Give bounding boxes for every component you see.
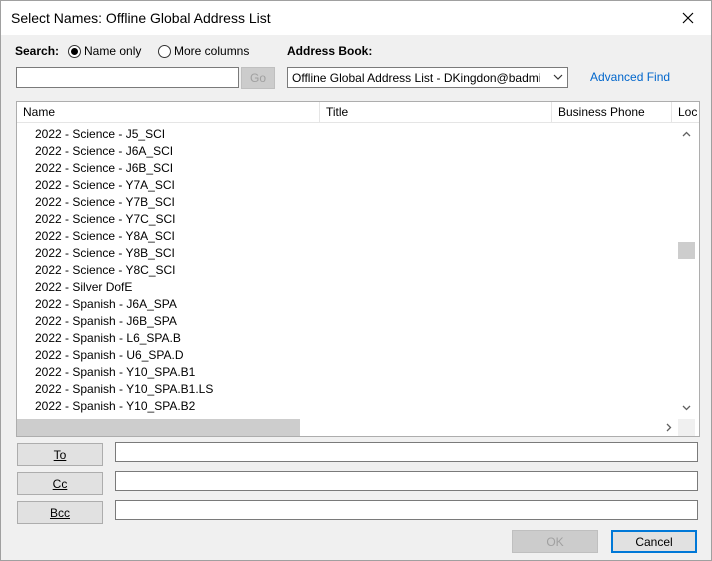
- more-columns-radio[interactable]: [158, 45, 171, 58]
- column-header-name[interactable]: Name: [17, 102, 320, 122]
- horizontal-scrollbar[interactable]: [17, 419, 677, 436]
- list-item[interactable]: 2022 - Science - Y8A_SCI: [35, 228, 175, 245]
- list-item[interactable]: 2022 - Science - Y8C_SCI: [35, 262, 176, 279]
- vertical-scroll-thumb[interactable]: [678, 242, 695, 259]
- column-header-title[interactable]: Title: [320, 102, 552, 122]
- list-item[interactable]: 2022 - Silver DofE: [35, 279, 132, 296]
- list-body: 2022 - Science - J5_SCI 2022 - Science -…: [17, 126, 677, 420]
- select-names-dialog: Select Names: Offline Global Address Lis…: [0, 0, 712, 561]
- cc-button-label: Cc: [52, 476, 68, 491]
- to-button[interactable]: To: [17, 443, 103, 466]
- search-label: Search:: [15, 44, 60, 58]
- name-only-radio[interactable]: [68, 45, 81, 58]
- ok-button[interactable]: OK: [512, 530, 598, 553]
- chevron-right-icon: [666, 423, 672, 432]
- close-icon: [682, 12, 694, 24]
- bcc-button-label: Bcc: [49, 505, 70, 520]
- list-item[interactable]: 2022 - Spanish - L6_SPA.B: [35, 330, 181, 347]
- window-title: Select Names: Offline Global Address Lis…: [11, 10, 271, 26]
- to-button-label: To: [53, 447, 67, 462]
- to-field[interactable]: [115, 442, 698, 462]
- column-header-row: Name Title Business Phone Loc: [17, 102, 699, 123]
- horizontal-scroll-thumb[interactable]: [17, 419, 300, 436]
- bcc-button[interactable]: Bcc: [17, 501, 103, 524]
- address-book-label: Address Book:: [287, 44, 373, 58]
- address-list: Name Title Business Phone Loc 2022 - Sci…: [16, 101, 700, 437]
- list-item[interactable]: 2022 - Science - J6A_SCI: [35, 143, 173, 160]
- list-item[interactable]: 2022 - Spanish - J6B_SPA: [35, 313, 177, 330]
- list-item[interactable]: 2022 - Spanish - Y10_SPA.B1.LS: [35, 381, 213, 398]
- list-item[interactable]: 2022 - Science - Y7B_SCI: [35, 194, 175, 211]
- column-header-location[interactable]: Loc: [672, 102, 699, 122]
- scrollbar-corner: [678, 419, 695, 436]
- title-bar: Select Names: Offline Global Address Lis…: [1, 1, 711, 35]
- address-book-value: Offline Global Address List - DKingdon@b…: [292, 71, 540, 85]
- scroll-right-button[interactable]: [660, 419, 677, 436]
- list-item[interactable]: 2022 - Spanish - U6_SPA.D: [35, 347, 184, 364]
- list-item[interactable]: 2022 - Science - J6B_SCI: [35, 160, 173, 177]
- scroll-down-button[interactable]: [678, 399, 695, 416]
- more-columns-label[interactable]: More columns: [174, 44, 249, 58]
- bcc-field[interactable]: [115, 500, 698, 520]
- list-item[interactable]: 2022 - Science - J5_SCI: [35, 126, 165, 143]
- column-header-business-phone[interactable]: Business Phone: [552, 102, 672, 122]
- chevron-down-icon: [553, 74, 563, 80]
- go-button[interactable]: Go: [241, 67, 275, 89]
- chevron-down-icon: [682, 405, 691, 411]
- cc-button[interactable]: Cc: [17, 472, 103, 495]
- cc-field[interactable]: [115, 471, 698, 491]
- close-button[interactable]: [665, 1, 711, 35]
- vertical-scrollbar[interactable]: [678, 126, 695, 420]
- advanced-find-link[interactable]: Advanced Find: [590, 70, 670, 84]
- address-book-select[interactable]: Offline Global Address List - DKingdon@b…: [287, 67, 568, 88]
- list-item[interactable]: 2022 - Science - Y7A_SCI: [35, 177, 175, 194]
- search-input[interactable]: [16, 67, 239, 88]
- list-item[interactable]: 2022 - Spanish - J6A_SPA: [35, 296, 177, 313]
- list-item[interactable]: 2022 - Spanish - Y10_SPA.B2: [35, 398, 195, 415]
- list-item[interactable]: 2022 - Science - Y7C_SCI: [35, 211, 176, 228]
- scroll-up-button[interactable]: [678, 126, 695, 143]
- chevron-up-icon: [682, 131, 691, 137]
- cancel-button[interactable]: Cancel: [611, 530, 697, 553]
- name-only-label[interactable]: Name only: [84, 44, 141, 58]
- list-item[interactable]: 2022 - Science - Y8B_SCI: [35, 245, 175, 262]
- list-item[interactable]: 2022 - Spanish - Y10_SPA.B1: [35, 364, 195, 381]
